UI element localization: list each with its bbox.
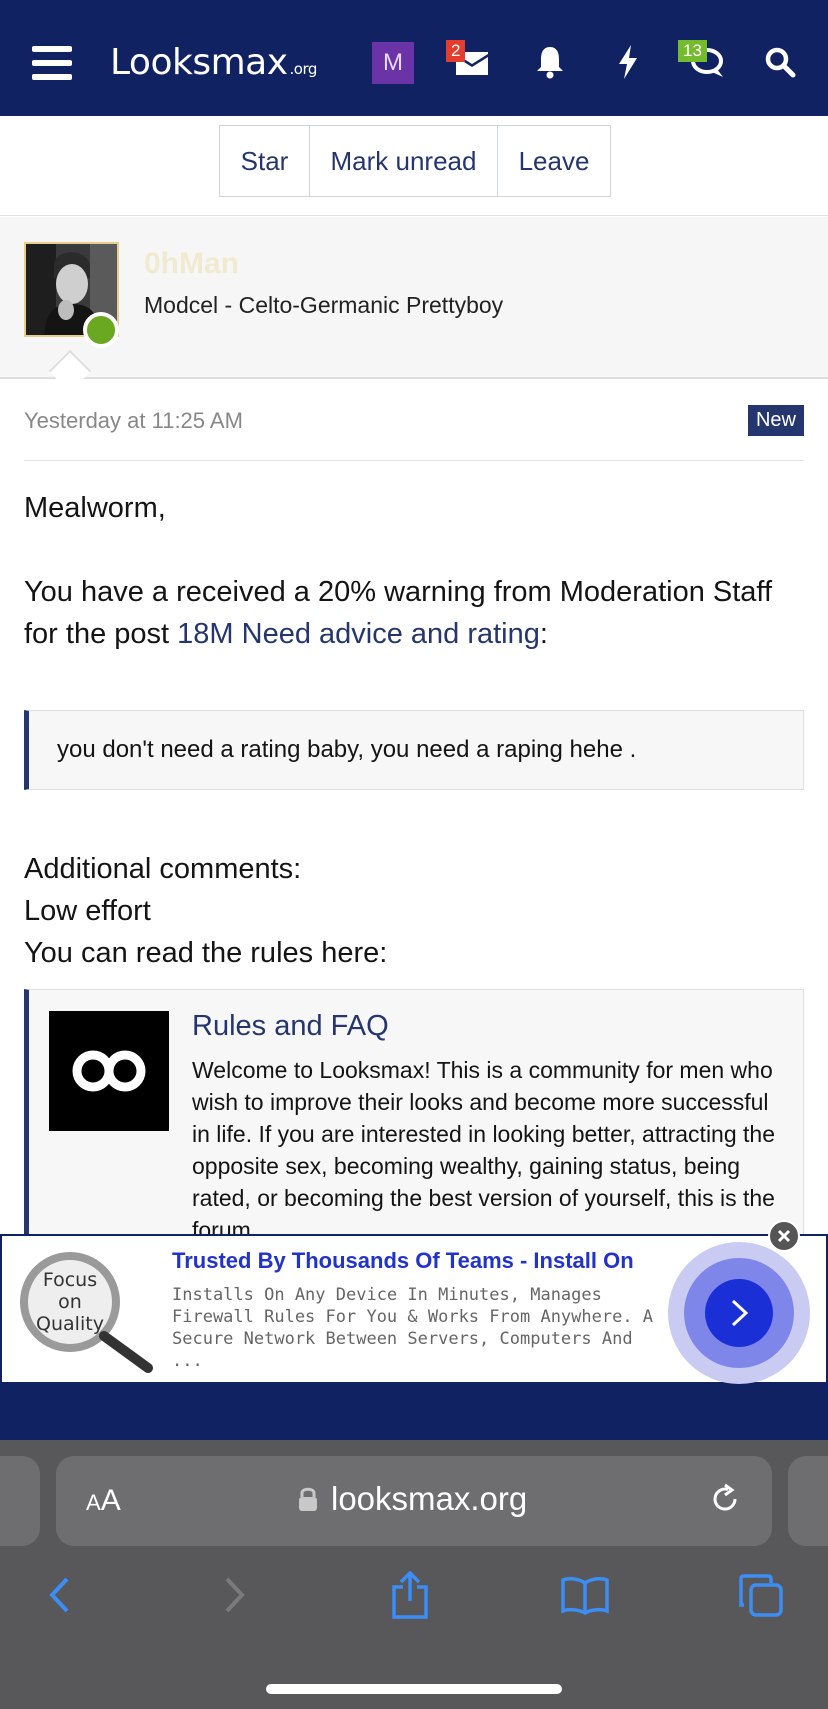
star-button[interactable]: Star xyxy=(220,126,310,196)
rules-link-preview[interactable]: Rules and FAQ Welcome to Looksmax! This … xyxy=(24,989,804,1239)
lock-icon xyxy=(298,1486,318,1517)
warning-text: You have a received a 20% warning from M… xyxy=(24,571,804,655)
quote-text: you don't need a rating baby, you need a… xyxy=(57,736,637,763)
new-badge: New xyxy=(747,405,804,436)
warned-post-link[interactable]: 18M Need advice and rating xyxy=(177,618,540,650)
ad-close-icon[interactable] xyxy=(768,1220,800,1252)
ad-image-text-3: Quality xyxy=(36,1313,104,1335)
next-tab-preview[interactable] xyxy=(788,1456,828,1546)
online-status-indicator xyxy=(83,312,119,348)
ad-description: Installs On Any Device In Minutes, Manag… xyxy=(172,1285,654,1371)
logo-suffix: .org xyxy=(289,60,318,78)
tabs-icon[interactable] xyxy=(736,1570,786,1620)
conversation-actions: Star Mark unread Leave xyxy=(0,116,828,216)
rules-intro: You can read the rules here: xyxy=(24,937,388,969)
ad-title[interactable]: Trusted By Thousands Of Teams - Install … xyxy=(172,1248,634,1274)
warning-suffix: : xyxy=(539,618,548,650)
author-name[interactable]: 0hMan xyxy=(144,247,239,281)
browser-chrome: AA looksmax.org xyxy=(0,1440,828,1709)
preview-title-link[interactable]: Rules and FAQ xyxy=(192,1010,389,1043)
looksmax-logo-icon xyxy=(49,1011,169,1131)
action-button-group: Star Mark unread Leave xyxy=(219,125,611,197)
quoted-post: you don't need a rating baby, you need a… xyxy=(24,710,804,790)
preview-description: Welcome to Looksmax! This is a community… xyxy=(192,1057,776,1239)
leave-button[interactable]: Leave xyxy=(498,126,610,196)
url-text[interactable]: looksmax.org xyxy=(331,1480,527,1518)
home-indicator xyxy=(266,1684,562,1694)
share-icon[interactable] xyxy=(385,1570,435,1620)
additional-comments-label: Additional comments: xyxy=(24,853,302,885)
top-navigation-bar: Looksmax .org M 2 13 xyxy=(0,0,828,116)
chevron-right-icon xyxy=(705,1279,773,1347)
text-size-button[interactable]: AA xyxy=(86,1484,121,1518)
previous-tab-preview[interactable] xyxy=(0,1456,40,1546)
inbox-count-badge: 2 xyxy=(446,40,466,62)
ad-image-text-1: Focus xyxy=(43,1269,97,1291)
logo-text: Looksmax xyxy=(110,42,288,83)
account-avatar[interactable]: M xyxy=(372,42,414,84)
back-icon[interactable] xyxy=(34,1570,84,1620)
message-meta: Yesterday at 11:25 AM New xyxy=(24,393,804,461)
menu-icon[interactable] xyxy=(32,46,72,80)
ad-image-text-2: on xyxy=(58,1291,82,1313)
forward-icon[interactable] xyxy=(210,1570,260,1620)
ad-cta-button[interactable] xyxy=(668,1242,810,1384)
moderator-comment: Low effort xyxy=(24,895,151,927)
address-bar[interactable]: AA looksmax.org xyxy=(56,1456,772,1546)
search-icon[interactable] xyxy=(758,40,802,84)
site-logo[interactable]: Looksmax .org xyxy=(110,42,317,83)
mark-unread-button[interactable]: Mark unread xyxy=(310,126,498,196)
message-timestamp[interactable]: Yesterday at 11:25 AM xyxy=(24,408,243,434)
lightning-icon[interactable] xyxy=(606,40,650,84)
bell-icon[interactable] xyxy=(528,40,572,84)
message-author-header: 0hMan Modcel - Celto-Germanic Prettyboy xyxy=(0,217,828,379)
advertisement-banner[interactable]: Focus on Quality Trusted By Thousands Of… xyxy=(0,1234,828,1384)
magnifier-image: Focus on Quality xyxy=(16,1250,156,1374)
conversations-count-badge: 13 xyxy=(678,40,707,62)
site-footer-strip xyxy=(0,1384,828,1440)
bookmarks-icon[interactable] xyxy=(560,1570,610,1620)
reload-icon[interactable] xyxy=(708,1482,742,1521)
message-greeting: Mealworm, xyxy=(24,492,166,524)
author-user-title: Modcel - Celto-Germanic Prettyboy xyxy=(144,292,504,318)
